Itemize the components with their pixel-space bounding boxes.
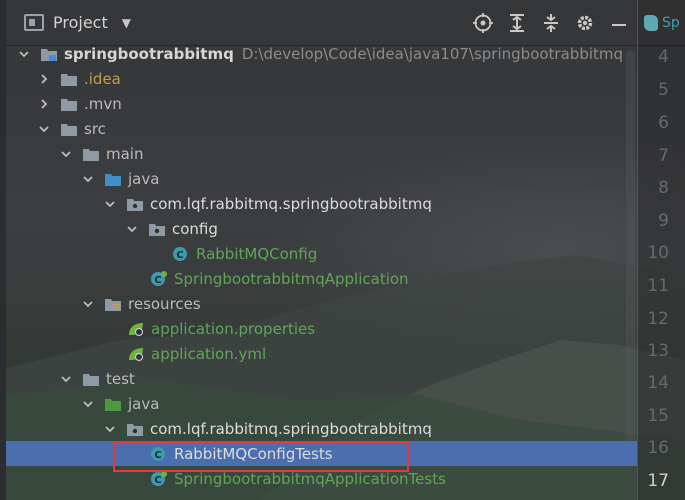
tree-item-label: .idea: [84, 69, 121, 88]
tree-item-label: config: [172, 219, 218, 238]
folder-icon: [60, 96, 78, 112]
tree-item-java-test[interactable]: java: [6, 391, 637, 416]
tree-item-idea[interactable]: .idea: [6, 66, 637, 91]
tree-item-config[interactable]: config: [6, 216, 637, 241]
tree-item-main[interactable]: main: [6, 141, 637, 166]
package-icon: [126, 196, 144, 212]
collapse-all-icon[interactable]: [541, 13, 561, 33]
tree-item-label: resources: [128, 294, 201, 313]
class-icon: C: [172, 246, 190, 262]
chevron-down-icon[interactable]: [18, 48, 30, 60]
tree-item-src[interactable]: src: [6, 116, 637, 141]
spring-boot-class-icon: C: [150, 270, 168, 287]
tree-item-label: .mvn: [84, 94, 122, 113]
chevron-down-icon[interactable]: [60, 148, 72, 160]
tree-item-package-test[interactable]: com.lqf.rabbitmq.springbootrabbitmq: [6, 416, 637, 441]
resources-folder-icon: [104, 296, 122, 312]
tree-item-label: application.properties: [151, 319, 316, 338]
module-folder-icon: [40, 46, 58, 62]
tree-item-label: main: [106, 144, 144, 163]
locate-icon[interactable]: [473, 13, 493, 33]
spring-file-icon: [644, 14, 658, 31]
tree-item-application-yml[interactable]: application.yml: [6, 341, 637, 366]
chevron-down-icon[interactable]: [82, 298, 94, 310]
folder-icon: [60, 121, 78, 137]
package-icon: [126, 421, 144, 437]
source-folder-icon: [104, 171, 122, 187]
chevron-right-icon[interactable]: [38, 98, 50, 110]
folder-icon: [60, 71, 78, 87]
folder-icon: [82, 146, 100, 162]
gear-icon[interactable]: [575, 13, 595, 33]
chevron-down-icon[interactable]: [82, 173, 94, 185]
tree-item-label: src: [84, 119, 106, 138]
chevron-down-icon[interactable]: [60, 373, 72, 385]
svg-text:C: C: [154, 475, 161, 486]
tree-item-label: SpringbootrabbitmqApplicationTests: [174, 469, 446, 488]
tree-item-mvn[interactable]: .mvn: [6, 91, 637, 116]
package-icon: [148, 221, 166, 237]
tree-item-label: com.lqf.rabbitmq.springbootrabbitmq: [150, 419, 432, 438]
chevron-down-icon[interactable]: [126, 223, 138, 235]
chevron-down-icon[interactable]: [38, 123, 50, 135]
editor-tab[interactable]: Sp: [638, 0, 685, 46]
test-source-folder-icon: [104, 396, 122, 412]
tree-item-label: java: [128, 394, 160, 413]
header-toolbar: [473, 0, 629, 46]
tree-item-application-properties[interactable]: application.properties: [6, 316, 637, 341]
tree-item-rabbitmq-config[interactable]: C RabbitMQConfig: [6, 241, 637, 266]
spring-boot-class-icon: C: [150, 470, 168, 487]
project-icon: [24, 14, 44, 31]
project-panel-header: Project ▼: [6, 0, 637, 46]
root-path: D:\develop\Code\idea\java107\springbootr…: [241, 44, 624, 63]
chevron-down-icon[interactable]: [104, 423, 116, 435]
tree-item-root[interactable]: springbootrabbitmq D:\develop\Code\idea\…: [6, 41, 637, 66]
chevron-down-icon[interactable]: [104, 198, 116, 210]
chevron-down-icon[interactable]: [82, 398, 94, 410]
folder-icon: [82, 371, 100, 387]
tree-item-label: SpringbootrabbitmqApplication: [174, 269, 409, 288]
tree-item-label: com.lqf.rabbitmq.springbootrabbitmq: [150, 194, 432, 213]
editor-gutter: Sp 4 5 6 7 8 9 10 11 12 13 14 15 16 17: [637, 0, 685, 500]
tree-item-package-main[interactable]: com.lqf.rabbitmq.springbootrabbitmq: [6, 191, 637, 216]
tree-item-label: application.yml: [151, 344, 267, 363]
tree-item-test[interactable]: test: [6, 366, 637, 391]
svg-text:C: C: [176, 250, 183, 261]
chevron-down-icon[interactable]: ▼: [122, 16, 131, 30]
tree-item-java-main[interactable]: java: [6, 166, 637, 191]
tree-item-resources[interactable]: resources: [6, 291, 637, 316]
editor-tab-label: Sp: [662, 14, 680, 31]
spring-config-file-icon: [127, 346, 145, 362]
root-label: springbootrabbitmq: [64, 44, 234, 63]
chevron-right-icon[interactable]: [38, 73, 50, 85]
minimize-icon[interactable]: [609, 13, 629, 33]
svg-text:C: C: [154, 275, 161, 286]
tree-item-application-class[interactable]: C SpringbootrabbitmqApplication: [6, 266, 637, 291]
expand-all-icon[interactable]: [507, 13, 527, 33]
tree-item-label: RabbitMQConfig: [196, 244, 318, 263]
tree-item-label: java: [128, 169, 160, 188]
spring-config-file-icon: [127, 321, 145, 337]
project-panel-title[interactable]: Project: [53, 13, 108, 32]
annotation-highlight-box: [113, 442, 409, 472]
tree-item-label: test: [106, 369, 135, 388]
